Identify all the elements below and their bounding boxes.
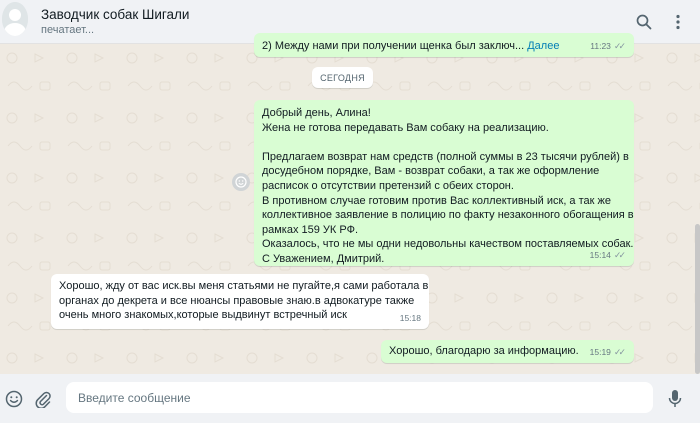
outgoing-message[interactable]: Хорошо, благодарю за информацию. 15:19 ✓… [381,340,634,363]
message-line: Хорошо, жду от вас иск.вы меня статьями … [59,280,429,292]
message-composer [0,374,700,423]
read-receipt-icon: ✓✓ [613,250,626,261]
message-meta: 15:18 [400,311,421,326]
message-line: Жена не готова передавать Вам собаку на … [262,121,549,134]
message-line: Предлагаем возврат нам средств (полной с… [262,150,629,163]
kebab-menu-icon[interactable] [668,12,688,32]
contact-name[interactable]: Заводчик собак Шигали [41,7,189,22]
scrollbar-thumb[interactable] [695,224,700,374]
message-line: В противном случае готовим против Вас ко… [262,194,611,207]
message-text: 2) Между нами при получении щенка был за… [262,40,525,52]
message-line: коллективное заявление в полицию по факт… [262,209,634,222]
read-more-link[interactable]: Далее [527,40,559,52]
emoji-reaction-icon[interactable] [232,173,250,191]
message-time: 15:18 [399,313,421,324]
message-time: 15:19 [589,347,611,358]
message-line: Оказалось, что не мы одни недовольны кач… [262,238,634,251]
outgoing-message[interactable]: Добрый день, Алина! Жена не готова перед… [254,100,634,266]
date-divider: СЕГОДНЯ [312,67,373,88]
paperclip-icon[interactable] [32,388,54,410]
emoji-icon[interactable] [3,388,25,410]
message-line: рамках 159 УК РФ. [262,223,359,236]
typing-status: печатает... [41,24,95,36]
chat-scrollbar[interactable] [694,44,700,374]
microphone-icon[interactable] [664,388,686,410]
message-line [262,135,634,150]
message-meta: 15:14 ✓✓ [590,248,626,263]
read-receipt-icon: ✓✓ [613,347,626,358]
message-input[interactable] [66,382,653,413]
message-line: очень много знакомых,которые выдвинут вс… [59,309,347,322]
message-line: органах до декрета и все нюансы правовые… [59,294,415,307]
incoming-message[interactable]: Хорошо, жду от вас иск.вы меня статьями … [51,274,429,329]
search-icon[interactable] [634,12,654,32]
message-time: 15:14 [589,250,611,261]
message-meta: 11:23 ✓✓ [590,39,626,54]
contact-avatar[interactable] [2,2,28,36]
message-time: 11:23 [590,41,611,52]
message-line: Добрый день, Алина! [262,107,371,119]
message-line: С Уважением, Дмитрий. [262,252,385,265]
message-line: расписок о отсутствии претензий с обеих … [262,179,514,192]
default-avatar-icon [2,2,28,36]
message-meta: 15:19 ✓✓ [590,345,626,360]
outgoing-message[interactable]: 2) Между нами при получении щенка был за… [254,33,634,57]
message-text: Хорошо, благодарю за информацию. [389,345,579,357]
read-receipt-icon: ✓✓ [613,41,626,52]
message-line: досудебном порядке, Вам - возврат собаки… [262,165,600,178]
